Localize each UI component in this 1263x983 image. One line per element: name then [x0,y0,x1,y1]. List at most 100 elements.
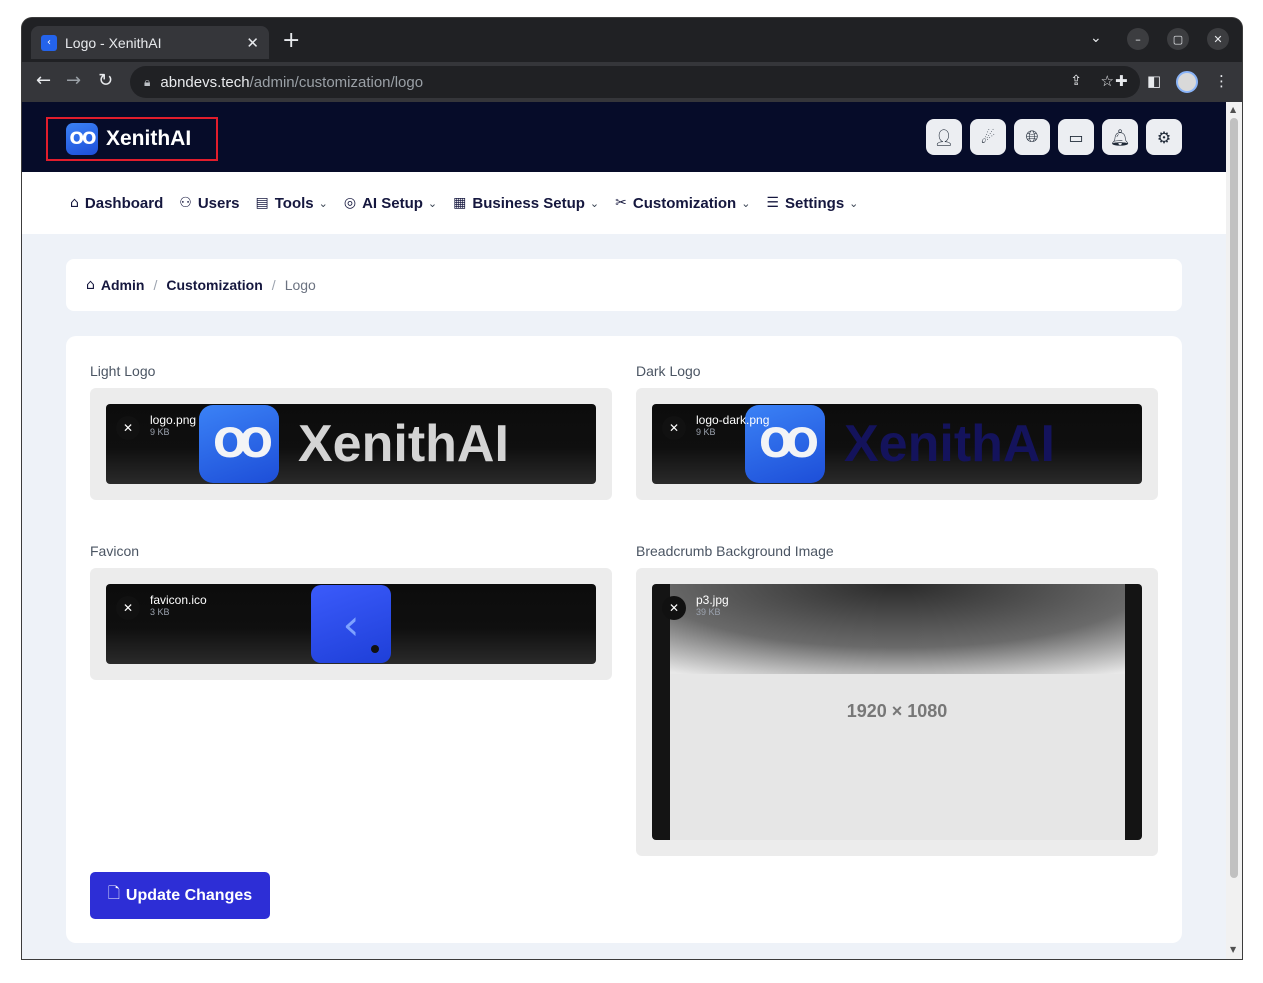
maximize-icon[interactable]: ▢ [1167,28,1189,50]
reload-icon[interactable]: ↻ [98,70,113,92]
dark-logo-preview: ✕ logo-dark.png 9 KB OO XenithAI [652,404,1142,484]
chevron-down-icon: ⌄ [849,196,859,210]
extensions-icon[interactable]: ✚ [1115,72,1128,90]
url-path: /admin/customization/logo [249,73,424,91]
new-tab-button[interactable]: + [282,30,300,52]
page-scrollbar[interactable]: ▲ ▼ [1226,102,1242,959]
logo-settings-card: Light Logo ✕ logo.png 9 KB OO XenithAI D… [66,336,1182,943]
minimize-icon[interactable]: – [1127,28,1149,50]
nav-business-setup[interactable]: ▦ Business Setup ⌄ [453,195,599,212]
nav-customization[interactable]: ✂ Customization ⌄ [615,195,750,212]
tools-icon: ✂ [615,195,627,211]
light-logo-label: Light Logo [90,363,156,379]
remove-breadcrumb-bg-icon[interactable]: ✕ [662,596,686,620]
theme-icon[interactable]: ☄ [970,119,1006,155]
update-changes-button[interactable]: 🗋︎ Update Changes [90,872,270,919]
dark-logo-file-name: logo-dark.png [696,413,770,427]
home-icon: ⌂ [86,277,95,293]
light-logo-file-name: logo.png [150,413,197,427]
back-icon[interactable]: ← [36,70,51,92]
tab-strip: ‹ Logo - XenithAI ✕ + ⌄ – ▢ ✕ [22,18,1242,64]
breadcrumb-bg-preview: ✕ p3.jpg 39 KB 1920 × 1080 [652,584,1142,840]
gauge-icon: ◎ [343,195,357,211]
nav-ai-setup[interactable]: ◎ AI Setup ⌄ [344,195,437,212]
remove-favicon-icon[interactable]: ✕ [116,596,140,620]
light-logo-dropzone[interactable]: ✕ logo.png 9 KB OO XenithAI [90,388,612,500]
browser-window: ‹ Logo - XenithAI ✕ + ⌄ – ▢ ✕ ← → ↻ 🔒︎ a… [22,18,1242,959]
home-icon: ⌂ [70,195,79,211]
logo-mark-image: OO [199,405,279,483]
currency-icon[interactable]: ▭ [1058,119,1094,155]
address-bar[interactable]: 🔒︎ abndevs.tech /admin/customization/log… [130,66,1140,98]
nav-dashboard[interactable]: ⌂ Dashboard [70,195,163,212]
lock-icon: 🔒︎ [144,74,151,89]
light-logo-wordmark: XenithAI [298,415,509,473]
dark-logo-dropzone[interactable]: ✕ logo-dark.png 9 KB OO XenithAI [636,388,1158,500]
dark-logo-wordmark: XenithAI [844,415,1055,473]
nav-settings[interactable]: ☰ Settings ⌄ [766,195,858,212]
browser-menu-icon[interactable]: ⋮ [1214,72,1229,90]
dark-logo-label: Dark Logo [636,363,701,379]
favicon-preview: ✕ favicon.ico 3 KB ‹ [106,584,596,664]
nav-label: Settings [784,194,845,212]
user-icon[interactable]: 👤︎ [926,119,962,155]
placeholder-dimensions: 1920 × 1080 [846,701,948,721]
favicon-label: Favicon [90,543,140,559]
breadcrumb-customization[interactable]: Customization [166,277,262,293]
app-header: OO XenithAI 👤︎ ☄ 🌐︎ ▭ 🔔︎ ⚙ [22,102,1226,172]
document-icon: 🗋︎ [107,884,120,902]
users-icon: ⚇ [179,195,192,211]
breadcrumb-separator: / [153,277,158,293]
nav-label: Tools [274,194,314,212]
favicon-file-size: 3 KB [150,607,170,617]
breadcrumb-bg-label: Breadcrumb Background Image [636,543,834,559]
url-host: abndevs.tech [160,73,250,91]
breadcrumb-current: Logo [284,277,316,293]
breadcrumb-bg-file-name: p3.jpg [696,593,729,607]
close-window-icon[interactable]: ✕ [1207,28,1229,50]
tab-favicon-icon: ‹ [41,34,57,51]
brand-logo[interactable]: OO XenithAI [46,117,218,161]
chevron-down-icon: ⌄ [318,196,328,210]
update-changes-label: Update Changes [125,886,253,904]
favicon-image: ‹ [311,585,391,663]
scroll-up-icon[interactable]: ▲ [1230,105,1236,114]
breadcrumb-separator: / [271,277,276,293]
nav-tools[interactable]: ▤ Tools ⌄ [256,195,328,212]
bookmark-star-icon[interactable]: ☆ [1101,72,1114,90]
breadcrumb-bg-dropzone[interactable]: ✕ p3.jpg 39 KB 1920 × 1080 [636,568,1158,856]
share-icon[interactable]: ⇪ [1070,73,1082,89]
brand-name: XenithAI [106,127,192,150]
tab-close-icon[interactable]: ✕ [246,34,259,52]
bell-icon[interactable]: 🔔︎ [1102,119,1138,155]
nav-label: Business Setup [472,194,585,212]
nav-label: AI Setup [362,194,423,212]
user-settings-icon[interactable]: ⚙ [1146,119,1182,155]
nav-label: Users [197,194,240,212]
remove-dark-logo-icon[interactable]: ✕ [662,416,686,440]
globe-icon[interactable]: 🌐︎ [1014,119,1050,155]
profile-avatar[interactable] [1176,71,1198,93]
breadcrumb: ⌂ Admin / Customization / Logo [66,259,1182,311]
chevron-down-icon: ⌄ [589,196,600,210]
remove-light-logo-icon[interactable]: ✕ [116,416,140,440]
sliders-icon: ☰ [766,195,779,211]
chevron-down-icon: ⌄ [427,196,438,210]
breadcrumb-admin[interactable]: Admin [101,277,145,293]
forward-icon[interactable]: → [66,70,81,92]
light-logo-file-size: 9 KB [150,427,170,437]
nav-label: Customization [632,194,737,212]
scroll-thumb[interactable] [1230,118,1238,878]
nav-users[interactable]: ⚇ Users [179,195,239,212]
nav-label: Dashboard [84,194,164,212]
breadcrumb-bg-file-size: 39 KB [696,607,721,617]
briefcase-icon: ▤ [255,195,269,211]
page-viewport: OO XenithAI 👤︎ ☄ 🌐︎ ▭ 🔔︎ ⚙ ⌂ Dashboard ⚇… [22,102,1226,959]
dark-logo-file-size: 9 KB [696,427,716,437]
browser-tab[interactable]: ‹ Logo - XenithAI ✕ [31,26,269,59]
side-panel-icon[interactable]: ◧ [1147,72,1161,90]
favicon-dropzone[interactable]: ✕ favicon.ico 3 KB ‹ [90,568,612,680]
tab-search-chevron-icon[interactable]: ⌄ [1090,30,1102,46]
main-nav: ⌂ Dashboard ⚇ Users ▤ Tools ⌄ ◎ AI Setup… [22,172,1226,234]
scroll-down-icon[interactable]: ▼ [1230,945,1236,954]
